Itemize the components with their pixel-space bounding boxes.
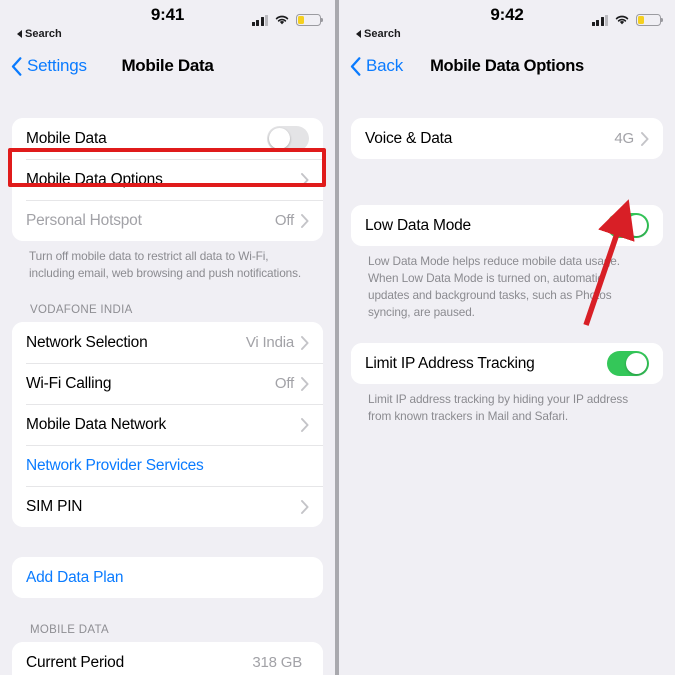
row-add-data-plan[interactable]: Add Data Plan: [12, 557, 323, 599]
nav-back-label: Settings: [27, 56, 87, 75]
chevron-right-icon: [301, 172, 309, 187]
group-carrier: Network Selection Vi India Wi-Fi Calling…: [12, 322, 323, 528]
row-value-voice-and-data: 4G: [614, 130, 634, 147]
group-add-data-plan: Add Data Plan: [12, 557, 323, 599]
row-label-sim-pin: SIM PIN: [26, 497, 83, 515]
row-mobile-data-options[interactable]: Mobile Data Options: [12, 159, 323, 200]
row-value-personal-hotspot: Off: [274, 212, 294, 229]
status-bar-icons: [251, 14, 324, 26]
toggle-knob: [625, 352, 648, 375]
status-bar-icons: [591, 14, 664, 26]
row-mobile-data[interactable]: Mobile Data: [12, 118, 323, 159]
chevron-right-icon: [301, 213, 309, 228]
toggle-knob: [625, 214, 648, 237]
toggle-knob: [268, 127, 291, 150]
footnote-limit-ip-tracking: Limit IP address tracking by hiding your…: [368, 392, 629, 424]
chevron-right-icon: [301, 376, 309, 391]
row-label-limit-ip-address-tracking: Limit IP Address Tracking: [365, 354, 535, 372]
row-value-network-selection: Vi India: [245, 334, 294, 352]
status-bar-back-to-search[interactable]: Search: [356, 28, 401, 40]
back-indicator-label: Search: [25, 28, 62, 40]
nav-back-label: Back: [366, 56, 403, 75]
chevron-right-icon: [301, 499, 309, 514]
dual-screenshot-comparison: 9:41 Search Settings Mobile Data Mobile …: [0, 0, 675, 675]
footnote-low-data-mode: Low Data Mode helps reduce mobile data u…: [368, 254, 620, 320]
back-triangle-icon: [17, 30, 22, 38]
row-label-network-provider-services: Network Provider Services: [26, 456, 204, 474]
chevron-right-icon: [301, 417, 309, 432]
row-value-wifi-calling: Off: [274, 375, 294, 393]
cellular-signal-icon: [591, 14, 608, 26]
row-wifi-calling[interactable]: Wi-Fi Calling Off: [12, 363, 323, 405]
limit-ip-tracking-toggle[interactable]: [607, 351, 649, 377]
group-limit-ip-tracking: Limit IP Address Tracking: [351, 343, 663, 385]
section-header-carrier: VODAFONE INDIA: [30, 304, 133, 317]
row-label-current-period: Current Period: [26, 653, 124, 671]
row-label-wifi-calling: Wi-Fi Calling: [26, 374, 112, 392]
row-low-data-mode[interactable]: Low Data Mode: [351, 205, 663, 246]
left-phone-screen: 9:41 Search Settings Mobile Data Mobile …: [0, 0, 335, 675]
right-phone-screen: 9:42 Search Back Mobile Data Options Voi…: [339, 0, 675, 675]
row-network-provider-services[interactable]: Network Provider Services: [12, 445, 323, 487]
back-triangle-icon: [356, 30, 361, 38]
row-label-network-selection: Network Selection: [26, 333, 148, 351]
left-content: Mobile Data Mobile Data Options Personal…: [0, 86, 335, 675]
row-label-personal-hotspot: Personal Hotspot: [26, 211, 142, 229]
group-low-data-mode: Low Data Mode: [351, 205, 663, 246]
row-personal-hotspot[interactable]: Personal Hotspot Off: [12, 200, 323, 241]
nav-bar-left: Settings Mobile Data: [0, 46, 335, 86]
chevron-left-icon: [11, 56, 22, 76]
row-label-voice-and-data: Voice & Data: [365, 129, 453, 147]
row-current-period: Current Period 318 GB: [12, 642, 323, 675]
chevron-right-icon: [641, 131, 649, 146]
battery-icon: [296, 14, 324, 26]
row-limit-ip-address-tracking[interactable]: Limit IP Address Tracking: [351, 343, 663, 385]
status-bar-left: 9:41 Search: [0, 0, 335, 46]
section-header-mobile-data-usage: MOBILE DATA: [30, 624, 109, 637]
chevron-right-icon: [301, 335, 309, 350]
row-label-low-data-mode: Low Data Mode: [365, 216, 471, 234]
battery-icon: [636, 14, 664, 26]
row-label-mobile-data: Mobile Data: [26, 129, 107, 147]
row-voice-and-data[interactable]: Voice & Data 4G: [351, 118, 663, 159]
row-label-mobile-data-options: Mobile Data Options: [26, 170, 163, 188]
row-network-selection[interactable]: Network Selection Vi India: [12, 322, 323, 364]
row-mobile-data-network[interactable]: Mobile Data Network: [12, 404, 323, 446]
mobile-data-toggle[interactable]: [267, 126, 309, 151]
group-data-usage: Current Period 318 GB Current Period Roa…: [12, 642, 323, 675]
row-sim-pin[interactable]: SIM PIN: [12, 486, 323, 528]
right-content: Voice & Data 4G Low Data Mode Low Data M…: [339, 86, 675, 426]
wifi-icon: [275, 15, 289, 25]
nav-bar-right: Back Mobile Data Options: [339, 46, 675, 86]
back-indicator-label: Search: [364, 28, 401, 40]
group-mobile-data: Mobile Data Mobile Data Options Personal…: [12, 118, 323, 241]
status-bar-right: 9:42 Search: [339, 0, 675, 46]
nav-back-button-settings[interactable]: Settings: [11, 56, 87, 76]
row-value-current-period: 318 GB: [252, 654, 302, 672]
row-label-mobile-data-network: Mobile Data Network: [26, 415, 167, 433]
cellular-signal-icon: [251, 14, 268, 26]
row-label-add-data-plan: Add Data Plan: [26, 568, 124, 586]
footnote-mobile-data: Turn off mobile data to restrict all dat…: [29, 249, 302, 281]
chevron-left-icon: [350, 56, 361, 76]
low-data-mode-toggle[interactable]: [607, 213, 649, 238]
group-voice-and-data: Voice & Data 4G: [351, 118, 663, 159]
nav-back-button[interactable]: Back: [350, 56, 403, 76]
wifi-icon: [615, 15, 629, 25]
status-bar-back-to-search[interactable]: Search: [17, 28, 62, 40]
